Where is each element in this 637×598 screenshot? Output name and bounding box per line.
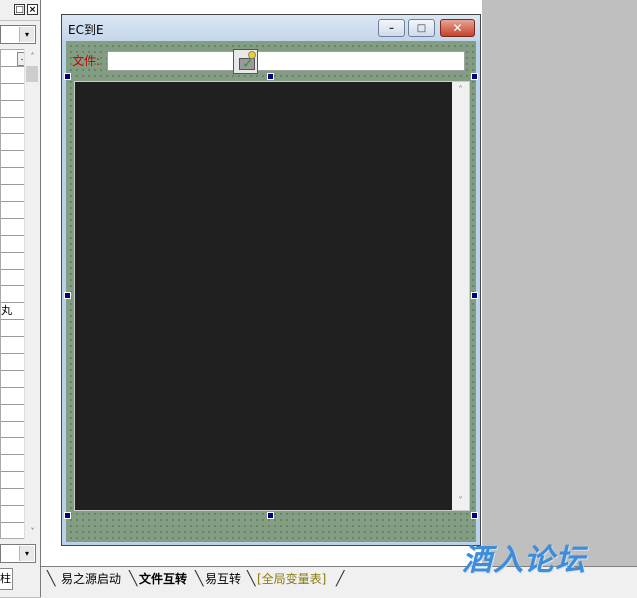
property-scrollbar[interactable]: ˄ ˅ [24, 49, 40, 539]
form-client-area[interactable]: 文件: ✓ ˄ ˅ [66, 41, 476, 542]
close-icon[interactable]: × [27, 4, 38, 15]
resize-handle[interactable] [64, 292, 71, 299]
resize-handle[interactable] [267, 512, 274, 519]
tab-yi-convert[interactable]: 易互转 [199, 570, 247, 588]
tab-yizhiyuan-start[interactable]: 易之源启动 [55, 570, 127, 588]
chevron-down-icon[interactable]: ▾ [19, 546, 34, 561]
property-row-label [1, 354, 21, 370]
tab-global-variables[interactable]: [全局变量表] [251, 570, 332, 588]
maximize-icon: □ [416, 23, 427, 34]
property-row-label [1, 118, 21, 134]
property-row-label [1, 320, 21, 336]
tab-separator: ╱ [336, 571, 345, 587]
property-row-label [1, 337, 21, 353]
property-row-label [1, 67, 21, 83]
minimize-icon: – [389, 23, 394, 34]
form-title: EC到E [68, 23, 104, 37]
panel-tab[interactable]: 柱 [0, 568, 13, 590]
resize-handle[interactable] [267, 73, 274, 80]
property-row-label [1, 506, 21, 522]
form-titlebar[interactable]: EC到E – □ ✕ [62, 15, 480, 41]
property-row-label [1, 286, 21, 302]
property-panel-titlebar: □ × [0, 0, 40, 21]
watermark-logo: 酒入论坛 [462, 543, 586, 578]
event-select[interactable]: ▾ [0, 544, 36, 563]
property-row-label [1, 84, 21, 100]
property-row-label [1, 303, 21, 319]
property-row-label [1, 371, 21, 387]
scroll-up-icon[interactable]: ˄ [452, 82, 469, 99]
property-row-label [1, 489, 21, 505]
property-row-label [1, 438, 21, 454]
tab-file-convert[interactable]: 文件互转 [133, 570, 193, 588]
property-row-label [1, 236, 21, 252]
resize-handle[interactable] [471, 292, 478, 299]
property-row-label [1, 270, 21, 286]
property-row-label [1, 455, 21, 471]
scroll-up-icon[interactable]: ˄ [25, 49, 40, 64]
maximize-button[interactable]: □ [408, 19, 435, 37]
property-panel: □ × ▾ …丸 ˄ ˅ ▾ 柱 [0, 0, 41, 597]
resize-handle[interactable] [471, 512, 478, 519]
restore-icon[interactable]: □ [14, 4, 25, 15]
property-row-label [1, 134, 21, 150]
component-select[interactable]: ▾ [0, 25, 36, 44]
scroll-down-icon[interactable]: ˅ [25, 524, 40, 539]
status-dot-icon [248, 51, 256, 59]
resize-handle[interactable] [471, 73, 478, 80]
property-row-label [1, 185, 21, 201]
file-path-input[interactable] [107, 51, 465, 71]
property-row-label [1, 168, 21, 184]
property-row-label [1, 405, 21, 421]
property-row-label [1, 472, 21, 488]
resize-handle[interactable] [64, 73, 71, 80]
resize-handle[interactable] [64, 512, 71, 519]
designed-form-window[interactable]: EC到E – □ ✕ 文件: ✓ ˄ ˅ [61, 14, 481, 546]
file-label: 文件: [72, 54, 101, 68]
property-row-label [1, 523, 21, 538]
close-button[interactable]: ✕ [440, 19, 475, 37]
property-row-label [1, 219, 21, 235]
property-row-label [1, 50, 21, 66]
canvas-background [482, 0, 637, 566]
tab-separator: ╲ [47, 571, 56, 587]
minimize-button[interactable]: – [378, 19, 405, 37]
output-edit-box[interactable]: ˄ ˅ [74, 81, 470, 511]
property-row-label [1, 202, 21, 218]
property-row-label [1, 388, 21, 404]
chevron-down-icon[interactable]: ▾ [19, 27, 34, 42]
browse-file-button[interactable]: ✓ [233, 49, 258, 74]
property-row-label [1, 101, 21, 117]
property-row-label [1, 422, 21, 438]
edit-scrollbar[interactable]: ˄ ˅ [452, 82, 469, 510]
property-row-label [1, 151, 21, 167]
property-row-label [1, 253, 21, 269]
scroll-down-icon[interactable]: ˅ [452, 493, 469, 510]
close-icon: ✕ [452, 21, 463, 35]
scroll-thumb[interactable] [26, 66, 38, 82]
